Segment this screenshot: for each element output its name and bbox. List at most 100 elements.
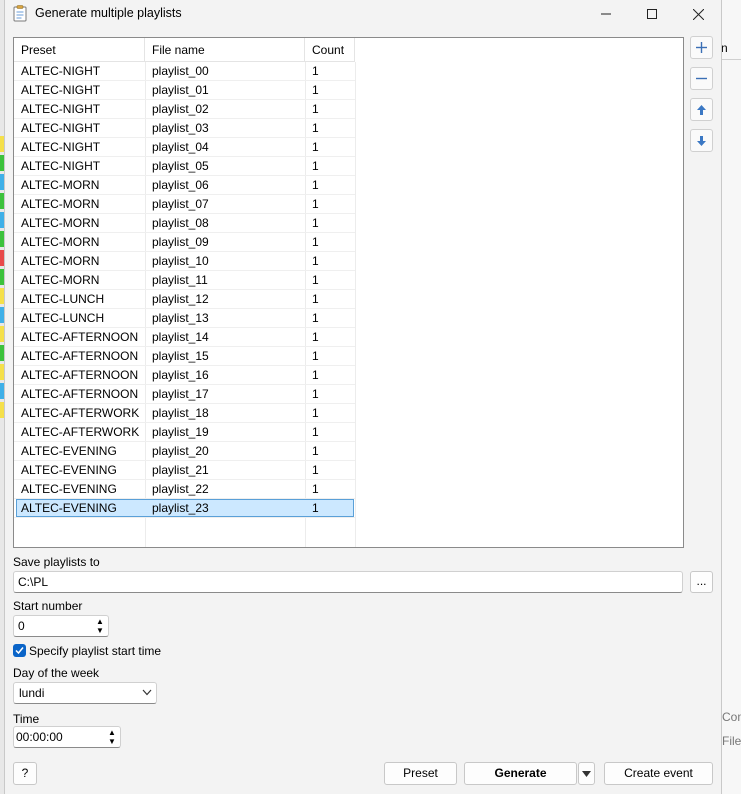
table-row[interactable]: ALTEC-MORN playlist_10 1: [14, 252, 683, 271]
stepper-arrows[interactable]: ▲ ▼: [106, 728, 118, 746]
table-row[interactable]: ALTEC-EVENING playlist_23 1: [14, 499, 683, 518]
day-of-week-label: Day of the week: [13, 666, 100, 680]
cell-preset: ALTEC-AFTERNOON: [14, 347, 145, 366]
arrow-up-icon: [697, 104, 706, 115]
table-row[interactable]: ALTEC-MORN playlist_08 1: [14, 214, 683, 233]
cell-count: 1: [305, 62, 355, 81]
cell-file-name: playlist_19: [145, 423, 305, 442]
cell-count: 1: [305, 138, 355, 157]
cell-preset: ALTEC-NIGHT: [14, 157, 145, 176]
table-row[interactable]: ALTEC-AFTERNOON playlist_15 1: [14, 347, 683, 366]
table-row[interactable]: ALTEC-NIGHT playlist_04 1: [14, 138, 683, 157]
day-of-week-select[interactable]: lundi: [13, 682, 157, 704]
title-bar: Generate multiple playlists: [5, 0, 721, 28]
table-row[interactable]: ALTEC-AFTERWORK playlist_19 1: [14, 423, 683, 442]
cell-preset: ALTEC-AFTERWORK: [14, 423, 145, 442]
column-header-preset[interactable]: Preset: [14, 38, 145, 62]
cell-file-name: playlist_23: [145, 499, 305, 518]
table-row[interactable]: ALTEC-MORN playlist_07 1: [14, 195, 683, 214]
close-button[interactable]: [675, 0, 721, 28]
add-row-button[interactable]: [690, 36, 713, 59]
minimize-button[interactable]: [583, 0, 629, 28]
cell-file-name: playlist_02: [145, 100, 305, 119]
cell-count: 1: [305, 309, 355, 328]
chevron-up-icon[interactable]: ▲: [96, 617, 104, 626]
background-text-fragment: File: [722, 734, 741, 748]
cell-count: 1: [305, 233, 355, 252]
playlist-table[interactable]: Preset File name Count ALTEC-NIGHT playli…: [13, 37, 684, 548]
table-row[interactable]: ALTEC-EVENING playlist_21 1: [14, 461, 683, 480]
generate-button[interactable]: Generate: [464, 762, 577, 785]
cell-count: 1: [305, 119, 355, 138]
preset-button[interactable]: Preset: [384, 762, 457, 785]
table-row[interactable]: ALTEC-EVENING playlist_20 1: [14, 442, 683, 461]
stepper-arrows[interactable]: ▲ ▼: [94, 617, 106, 635]
cell-preset: ALTEC-EVENING: [14, 442, 145, 461]
table-row[interactable]: ALTEC-EVENING playlist_22 1: [14, 480, 683, 499]
table-row[interactable]: ALTEC-AFTERNOON playlist_17 1: [14, 385, 683, 404]
chevron-down-icon[interactable]: ▼: [96, 626, 104, 635]
background-app-right-edge: n Com File: [720, 0, 741, 794]
table-row[interactable]: ALTEC-AFTERWORK playlist_18 1: [14, 404, 683, 423]
cell-count: 1: [305, 442, 355, 461]
day-of-week-value: lundi: [19, 686, 45, 700]
table-row[interactable]: ALTEC-MORN playlist_06 1: [14, 176, 683, 195]
time-stepper[interactable]: 00:00:00 ▲ ▼: [13, 726, 121, 748]
cell-file-name: playlist_17: [145, 385, 305, 404]
cell-count: 1: [305, 176, 355, 195]
start-number-stepper[interactable]: 0 ▲ ▼: [13, 615, 109, 637]
cell-count: 1: [305, 271, 355, 290]
cell-count: 1: [305, 480, 355, 499]
save-path-input[interactable]: C:\PL: [13, 571, 683, 593]
column-header-file-name[interactable]: File name: [145, 38, 305, 62]
cell-file-name: playlist_20: [145, 442, 305, 461]
generate-playlists-dialog: Generate multiple playlists Preset File …: [4, 0, 722, 794]
cell-preset: ALTEC-LUNCH: [14, 309, 145, 328]
background-text-fragment: Com: [722, 710, 741, 724]
cell-preset: ALTEC-NIGHT: [14, 138, 145, 157]
cell-preset: ALTEC-NIGHT: [14, 100, 145, 119]
chevron-down-icon[interactable]: ▼: [108, 737, 116, 746]
maximize-icon: [647, 9, 657, 19]
table-row[interactable]: ALTEC-NIGHT playlist_02 1: [14, 100, 683, 119]
table-row[interactable]: ALTEC-LUNCH playlist_12 1: [14, 290, 683, 309]
cell-preset: ALTEC-MORN: [14, 233, 145, 252]
table-row[interactable]: ALTEC-LUNCH playlist_13 1: [14, 309, 683, 328]
help-button[interactable]: ?: [13, 762, 37, 785]
window-title: Generate multiple playlists: [35, 6, 182, 20]
browse-button[interactable]: ...: [690, 571, 713, 593]
table-row[interactable]: ALTEC-NIGHT playlist_01 1: [14, 81, 683, 100]
move-up-button[interactable]: [690, 98, 713, 121]
table-row[interactable]: ALTEC-AFTERNOON playlist_14 1: [14, 328, 683, 347]
start-number-value: 0: [18, 619, 25, 633]
cell-file-name: playlist_21: [145, 461, 305, 480]
cell-count: 1: [305, 366, 355, 385]
empty-table-row[interactable]: [14, 537, 683, 556]
table-row[interactable]: ALTEC-AFTERNOON playlist_16 1: [14, 366, 683, 385]
specify-start-time-label[interactable]: Specify playlist start time: [29, 644, 161, 658]
specify-start-time-checkbox[interactable]: [13, 644, 26, 657]
background-tab-fragment: n: [721, 37, 741, 60]
table-row[interactable]: ALTEC-NIGHT playlist_00 1: [14, 62, 683, 81]
plus-icon: [696, 42, 707, 53]
cell-file-name: playlist_12: [145, 290, 305, 309]
table-row[interactable]: ALTEC-MORN playlist_11 1: [14, 271, 683, 290]
maximize-button[interactable]: [629, 0, 675, 28]
table-row[interactable]: ALTEC-NIGHT playlist_03 1: [14, 119, 683, 138]
cell-preset: ALTEC-MORN: [14, 214, 145, 233]
cell-count: 1: [305, 499, 355, 518]
table-row[interactable]: ALTEC-MORN playlist_09 1: [14, 233, 683, 252]
chevron-up-icon[interactable]: ▲: [108, 728, 116, 737]
close-icon: [692, 8, 704, 20]
remove-row-button[interactable]: [690, 67, 713, 90]
cell-file-name: playlist_05: [145, 157, 305, 176]
column-header-count[interactable]: Count: [305, 38, 355, 62]
create-event-button[interactable]: Create event: [604, 762, 713, 785]
cell-count: 1: [305, 461, 355, 480]
generate-dropdown-button[interactable]: [578, 762, 595, 785]
cell-file-name: playlist_14: [145, 328, 305, 347]
move-down-button[interactable]: [690, 129, 713, 152]
table-row[interactable]: ALTEC-NIGHT playlist_05 1: [14, 157, 683, 176]
cell-preset: ALTEC-NIGHT: [14, 62, 145, 81]
empty-table-row[interactable]: [14, 518, 683, 537]
